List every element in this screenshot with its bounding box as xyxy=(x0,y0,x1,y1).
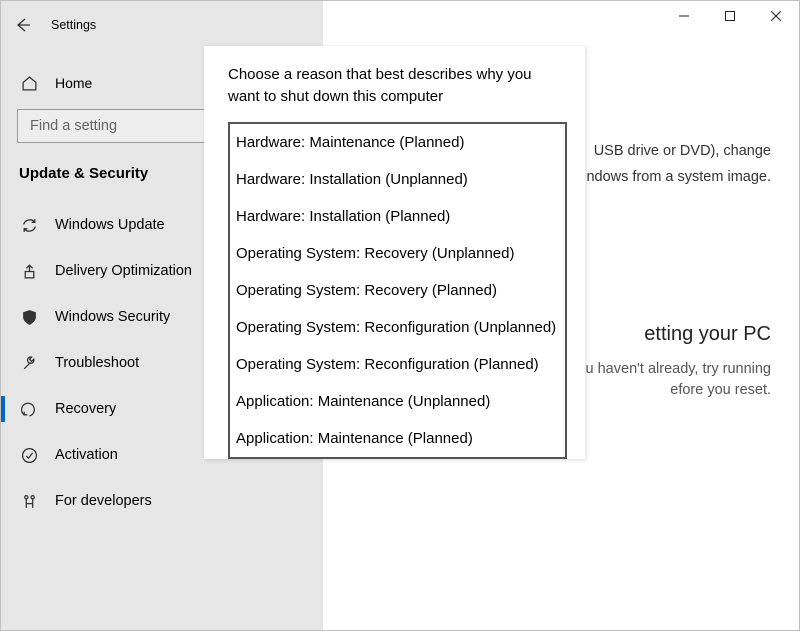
app-title: Settings xyxy=(45,18,96,32)
settings-window: Settings Home Update & Security xyxy=(0,0,800,631)
shutdown-reason-option[interactable]: Application: Maintenance (Unplanned) xyxy=(230,383,565,420)
wrench-icon xyxy=(19,355,39,372)
home-label: Home xyxy=(55,75,92,91)
maximize-button[interactable] xyxy=(707,1,753,31)
developer-icon xyxy=(19,493,39,510)
check-circle-icon xyxy=(19,447,39,464)
maximize-icon xyxy=(725,11,735,21)
shutdown-reason-option[interactable]: Hardware: Installation (Planned) xyxy=(230,198,565,235)
window-controls xyxy=(661,1,799,31)
shutdown-reason-option[interactable]: Application: Maintenance (Planned) xyxy=(230,420,565,457)
titlebar-left: Settings xyxy=(1,9,323,41)
sidebar-item-label: For developers xyxy=(55,493,152,509)
popup-prompt-text: Choose a reason that best describes why … xyxy=(228,64,567,108)
sidebar-item-label: Windows Update xyxy=(55,217,165,233)
sidebar-item-label: Activation xyxy=(55,447,118,463)
home-icon xyxy=(19,75,39,92)
shutdown-reason-option[interactable]: Operating System: Recovery (Unplanned) xyxy=(230,235,565,272)
shutdown-reason-option[interactable]: Operating System: Reconfiguration (Plann… xyxy=(230,346,565,383)
shutdown-reason-option[interactable]: Hardware: Maintenance (Planned) xyxy=(230,124,565,161)
delivery-icon xyxy=(19,263,39,280)
minimize-button[interactable] xyxy=(661,1,707,31)
arrow-left-icon xyxy=(15,17,31,33)
back-button[interactable] xyxy=(1,9,45,41)
shield-icon xyxy=(19,309,39,326)
close-icon xyxy=(771,11,781,21)
sidebar-item-for-developers[interactable]: For developers xyxy=(1,478,323,524)
minimize-icon xyxy=(679,11,689,21)
shutdown-reason-listbox[interactable]: Hardware: Maintenance (Planned) Hardware… xyxy=(228,122,567,459)
shutdown-reason-option[interactable]: Operating System: Reconfiguration (Unpla… xyxy=(230,309,565,346)
recovery-icon xyxy=(19,401,39,418)
sidebar-item-label: Delivery Optimization xyxy=(55,263,192,279)
sidebar-item-label: Recovery xyxy=(55,401,116,417)
close-button[interactable] xyxy=(753,1,799,31)
shutdown-reason-option[interactable]: Operating System: Recovery (Planned) xyxy=(230,272,565,309)
sidebar-item-label: Windows Security xyxy=(55,309,170,325)
shutdown-reason-option[interactable]: Hardware: Installation (Unplanned) xyxy=(230,161,565,198)
sync-icon xyxy=(19,217,39,234)
shutdown-reason-popup: Choose a reason that best describes why … xyxy=(204,46,585,459)
sidebar-item-label: Troubleshoot xyxy=(55,355,139,371)
